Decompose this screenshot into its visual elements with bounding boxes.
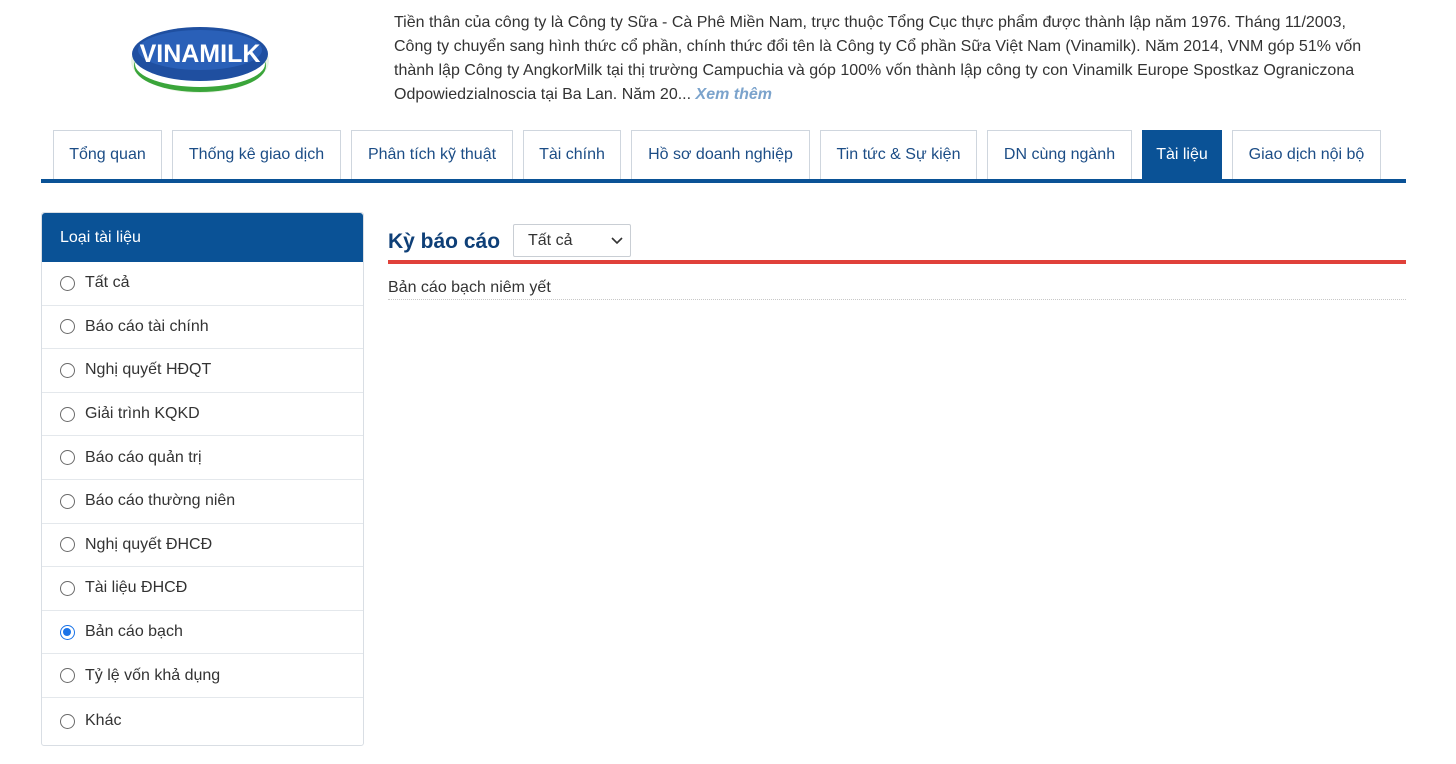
radio-icon[interactable] [60,713,75,729]
report-period-header: Kỳ báo cáo Tất cả [388,222,1406,264]
tab-documents[interactable]: Tài liệu [1142,130,1222,179]
company-header: VINAMILK Tiền thân của công ty là Công t… [0,0,1456,120]
chevron-down-icon [611,237,623,245]
document-row[interactable]: Bản cáo bạch niêm yết [388,264,1406,300]
tab-overview[interactable]: Tổng quan [53,130,162,179]
doc-type-label: Tỷ lệ vốn khả dụng [85,666,221,684]
radio-icon[interactable] [60,406,75,422]
radio-icon[interactable] [60,275,75,291]
radio-icon[interactable] [60,319,75,335]
documents-content: Kỳ báo cáo Tất cả Bản cáo bạch niêm yết [388,222,1406,300]
document-type-title: Loại tài liệu [42,213,363,262]
doc-type-board-resolution[interactable]: Nghị quyết HĐQT [42,349,363,393]
doc-type-label: Nghị quyết HĐQT [85,361,212,379]
tab-finance[interactable]: Tài chính [523,130,621,179]
company-intro-text: Tiền thân của công ty là Công ty Sữa - C… [394,14,1362,103]
doc-type-agm-documents[interactable]: Tài liệu ĐHCĐ [42,567,363,611]
doc-type-label: Nghị quyết ĐHCĐ [85,535,213,553]
doc-type-governance-report[interactable]: Báo cáo quản trị [42,436,363,480]
document-title[interactable]: Bản cáo bạch niêm yết [388,279,551,296]
section-tabs: Tổng quan Thống kê giao dịch Phân tích k… [41,130,1406,183]
doc-type-label: Khác [85,712,122,730]
doc-type-label: Giải trình KQKD [85,405,200,423]
doc-type-label: Báo cáo tài chính [85,317,209,335]
doc-type-label: Báo cáo quản trị [85,448,202,466]
radio-icon-selected[interactable] [60,624,75,640]
tab-trading-stats[interactable]: Thống kê giao dịch [172,130,341,179]
tab-technical-analysis[interactable]: Phân tích kỹ thuật [351,130,513,179]
doc-type-capital-ratio[interactable]: Tỷ lệ vốn khả dụng [42,654,363,698]
vinamilk-logo-graphic: VINAMILK [131,27,269,93]
tab-same-industry[interactable]: DN cùng ngành [987,130,1132,179]
doc-type-label: Báo cáo thường niên [85,492,236,510]
doc-type-prospectus[interactable]: Bản cáo bạch [42,611,363,655]
document-type-panel: Loại tài liệu Tất cả Báo cáo tài chính N… [41,212,364,746]
tab-company-profile[interactable]: Hồ sơ doanh nghiệp [631,130,810,179]
company-intro: Tiền thân của công ty là Công ty Sữa - C… [394,11,1374,107]
radio-icon[interactable] [60,537,75,553]
doc-type-other[interactable]: Khác [42,698,363,745]
tab-insider-trading[interactable]: Giao dịch nội bộ [1232,130,1381,179]
logo-wordmark: VINAMILK [140,40,261,68]
doc-type-label: Bản cáo bạch [85,623,183,641]
doc-type-label: Tất cả [85,274,130,292]
doc-type-label: Tài liệu ĐHCĐ [85,579,188,597]
read-more-link[interactable]: Xem thêm [696,86,772,103]
doc-type-all[interactable]: Tất cả [42,262,363,306]
report-period-select[interactable]: Tất cả [513,224,631,257]
report-period-label: Kỳ báo cáo [388,230,501,253]
tab-news-events[interactable]: Tin tức & Sự kiện [820,130,977,179]
radio-icon[interactable] [60,668,75,684]
doc-type-agm-resolution[interactable]: Nghị quyết ĐHCĐ [42,524,363,568]
report-period-value: Tất cả [528,232,573,249]
radio-icon[interactable] [60,580,75,596]
radio-icon[interactable] [60,493,75,509]
radio-icon[interactable] [60,362,75,378]
doc-type-results-explanation[interactable]: Giải trình KQKD [42,393,363,437]
doc-type-annual-report[interactable]: Báo cáo thường niên [42,480,363,524]
doc-type-financial-report[interactable]: Báo cáo tài chính [42,306,363,350]
radio-icon[interactable] [60,450,75,466]
vinamilk-logo[interactable]: VINAMILK [130,24,270,94]
